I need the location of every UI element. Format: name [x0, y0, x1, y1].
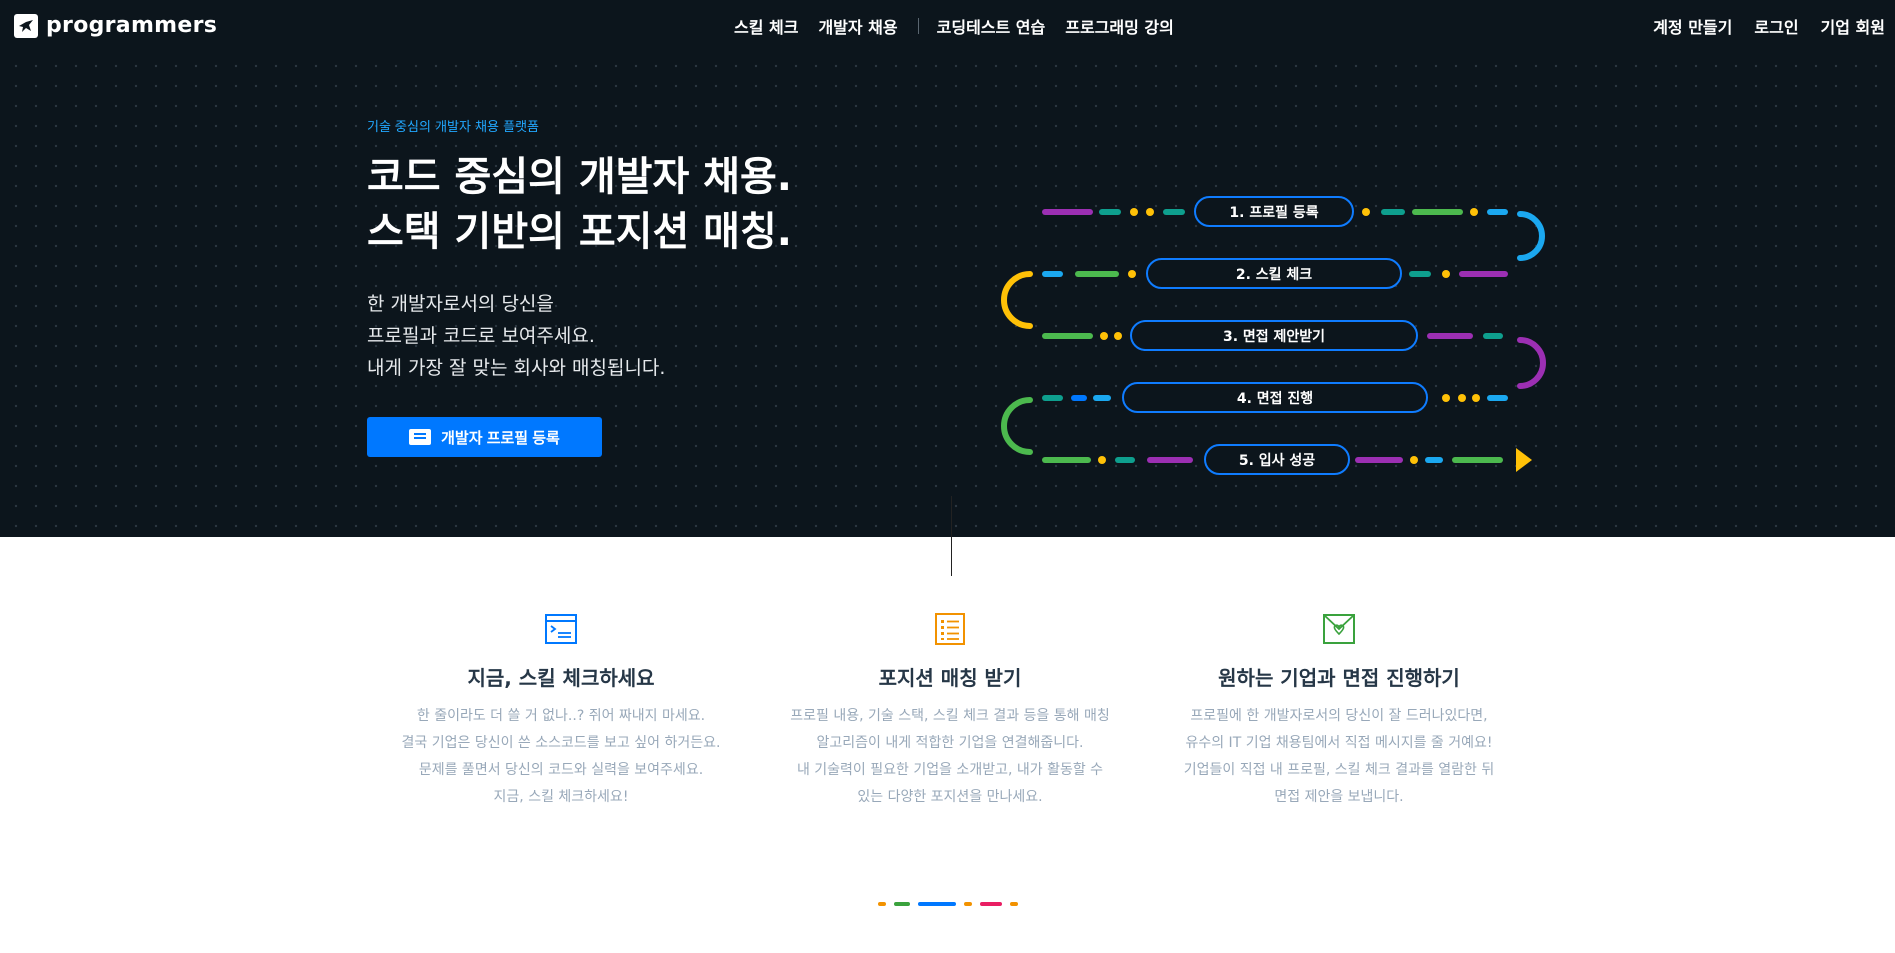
process-step-5: 5. 입사 성공 [1204, 444, 1350, 475]
dash [980, 902, 1002, 906]
feature-position-matching: 포지션 매칭 받기 프로필 내용, 기술 스택, 스킬 체크 결과 등을 통해 … [780, 612, 1120, 811]
feature-title: 포지션 매칭 받기 [878, 666, 1022, 690]
dash [878, 902, 886, 906]
hero-title-line-2: 스택 기반의 포지션 매칭. [367, 209, 792, 255]
nav-divider [917, 18, 919, 34]
profile-card-icon [409, 429, 432, 445]
feature-desc-line: 내 기술력이 필요한 기업을 소개받고, 내가 활동할 수 [796, 762, 1104, 778]
feature-desc-line: 있는 다양한 포지션을 만나세요. [857, 789, 1043, 805]
feature-desc-line: 기업들이 직접 내 프로필, 스킬 체크 결과를 열람한 뒤 [1183, 762, 1495, 778]
register-profile-label: 개발자 프로필 등록 [441, 429, 560, 447]
main-nav: 스킬 체크 개발자 채용 코딩테스트 연습 프로그래밍 강의 [734, 14, 1194, 38]
nav-coding-test-practice[interactable]: 코딩테스트 연습 [937, 14, 1046, 38]
register-profile-button[interactable]: 개발자 프로필 등록 [367, 417, 602, 457]
feature-desc-line: 한 줄이라도 더 쓸 거 없나..? 쥐어 짜내지 마세요. [416, 708, 706, 724]
logo[interactable]: programmers [14, 13, 217, 38]
process-step-1: 1. 프로필 등록 [1194, 196, 1354, 227]
feature-interview: 원하는 기업과 면접 진행하기 프로필에 한 개발자로서의 당신이 잘 드러나있… [1169, 612, 1509, 811]
hero-title-line-1: 코드 중심의 개발자 채용. [367, 154, 792, 200]
process-step-3: 3. 면접 제안받기 [1130, 320, 1418, 351]
decorative-color-dashes [878, 902, 1018, 906]
dash [918, 902, 956, 906]
hero-subtitle-line-1: 한 개발자로서의 당신을 [367, 293, 554, 315]
hero-subtitle-line-3: 내게 가장 잘 맞는 회사와 매칭됩니다. [367, 357, 666, 379]
dash [964, 902, 972, 906]
business-member-link[interactable]: 기업 회원 [1821, 14, 1885, 38]
hero-title: 코드 중심의 개발자 채용. 스택 기반의 포지션 매칭. [367, 150, 792, 260]
nav-developer-hiring[interactable]: 개발자 채용 [818, 14, 897, 38]
top-navigation-bar: programmers 스킬 체크 개발자 채용 코딩테스트 연습 프로그래밍 … [0, 0, 1895, 50]
feature-desc-line: 면접 제안을 보냅니다. [1274, 789, 1404, 805]
features-section: 지금, 스킬 체크하세요 한 줄이라도 더 쓸 거 없나..? 쥐어 짜내지 마… [0, 537, 1895, 953]
checklist-icon [935, 613, 965, 645]
code-window-icon [545, 614, 577, 644]
process-step-2: 2. 스킬 체크 [1146, 258, 1402, 289]
feature-description: 프로필에 한 개발자로서의 당신이 잘 드러나있다면, 유수의 IT 기업 채용… [1169, 703, 1509, 811]
hero-subtitle: 한 개발자로서의 당신을 프로필과 코드로 보여주세요. 내게 가장 잘 맞는 … [367, 288, 665, 384]
feature-skill-check: 지금, 스킬 체크하세요 한 줄이라도 더 쓸 거 없나..? 쥐어 짜내지 마… [391, 612, 731, 811]
dash [1010, 902, 1018, 906]
auth-links: 계정 만들기 로그인 기업 회원 [1653, 14, 1885, 38]
feature-description: 한 줄이라도 더 쓸 거 없나..? 쥐어 짜내지 마세요. 결국 기업은 당신… [391, 703, 731, 811]
feature-title: 지금, 스킬 체크하세요 [467, 666, 655, 690]
feature-desc-line: 지금, 스킬 체크하세요! [493, 789, 629, 805]
section-divider-line [951, 496, 952, 576]
hero-section: 기술 중심의 개발자 채용 플랫폼 코드 중심의 개발자 채용. 스택 기반의 … [0, 50, 1895, 537]
create-account-link[interactable]: 계정 만들기 [1653, 14, 1732, 38]
process-step-4: 4. 면접 진행 [1122, 382, 1428, 413]
nav-skill-check[interactable]: 스킬 체크 [734, 14, 798, 38]
feature-desc-line: 유수의 IT 기업 채용팀에서 직접 메시지를 줄 거예요! [1185, 735, 1493, 751]
logo-text: programmers [46, 13, 218, 38]
logo-bird-icon [14, 13, 38, 38]
feature-desc-line: 알고리즘이 내게 적합한 기업을 연결해줍니다. [816, 735, 1084, 751]
feature-desc-line: 프로필에 한 개발자로서의 당신이 잘 드러나있다면, [1190, 708, 1488, 724]
feature-description: 프로필 내용, 기술 스택, 스킬 체크 결과 등을 통해 매칭 알고리즘이 내… [780, 703, 1120, 811]
dash [894, 902, 910, 906]
feature-title: 원하는 기업과 면접 진행하기 [1218, 666, 1460, 690]
feature-desc-line: 문제를 풀면서 당신의 코드와 실력을 보여주세요. [418, 762, 704, 778]
hero-subtitle-line-2: 프로필과 코드로 보여주세요. [367, 325, 595, 347]
nav-programming-lectures[interactable]: 프로그래밍 강의 [1065, 14, 1174, 38]
feature-desc-line: 결국 기업은 당신이 쓴 소스코드를 보고 싶어 하거든요. [401, 735, 721, 751]
heart-envelope-icon [1323, 614, 1355, 644]
feature-desc-line: 프로필 내용, 기술 스택, 스킬 체크 결과 등을 통해 매칭 [790, 708, 1110, 724]
login-link[interactable]: 로그인 [1754, 14, 1798, 38]
hero-eyebrow: 기술 중심의 개발자 채용 플랫폼 [367, 120, 540, 135]
